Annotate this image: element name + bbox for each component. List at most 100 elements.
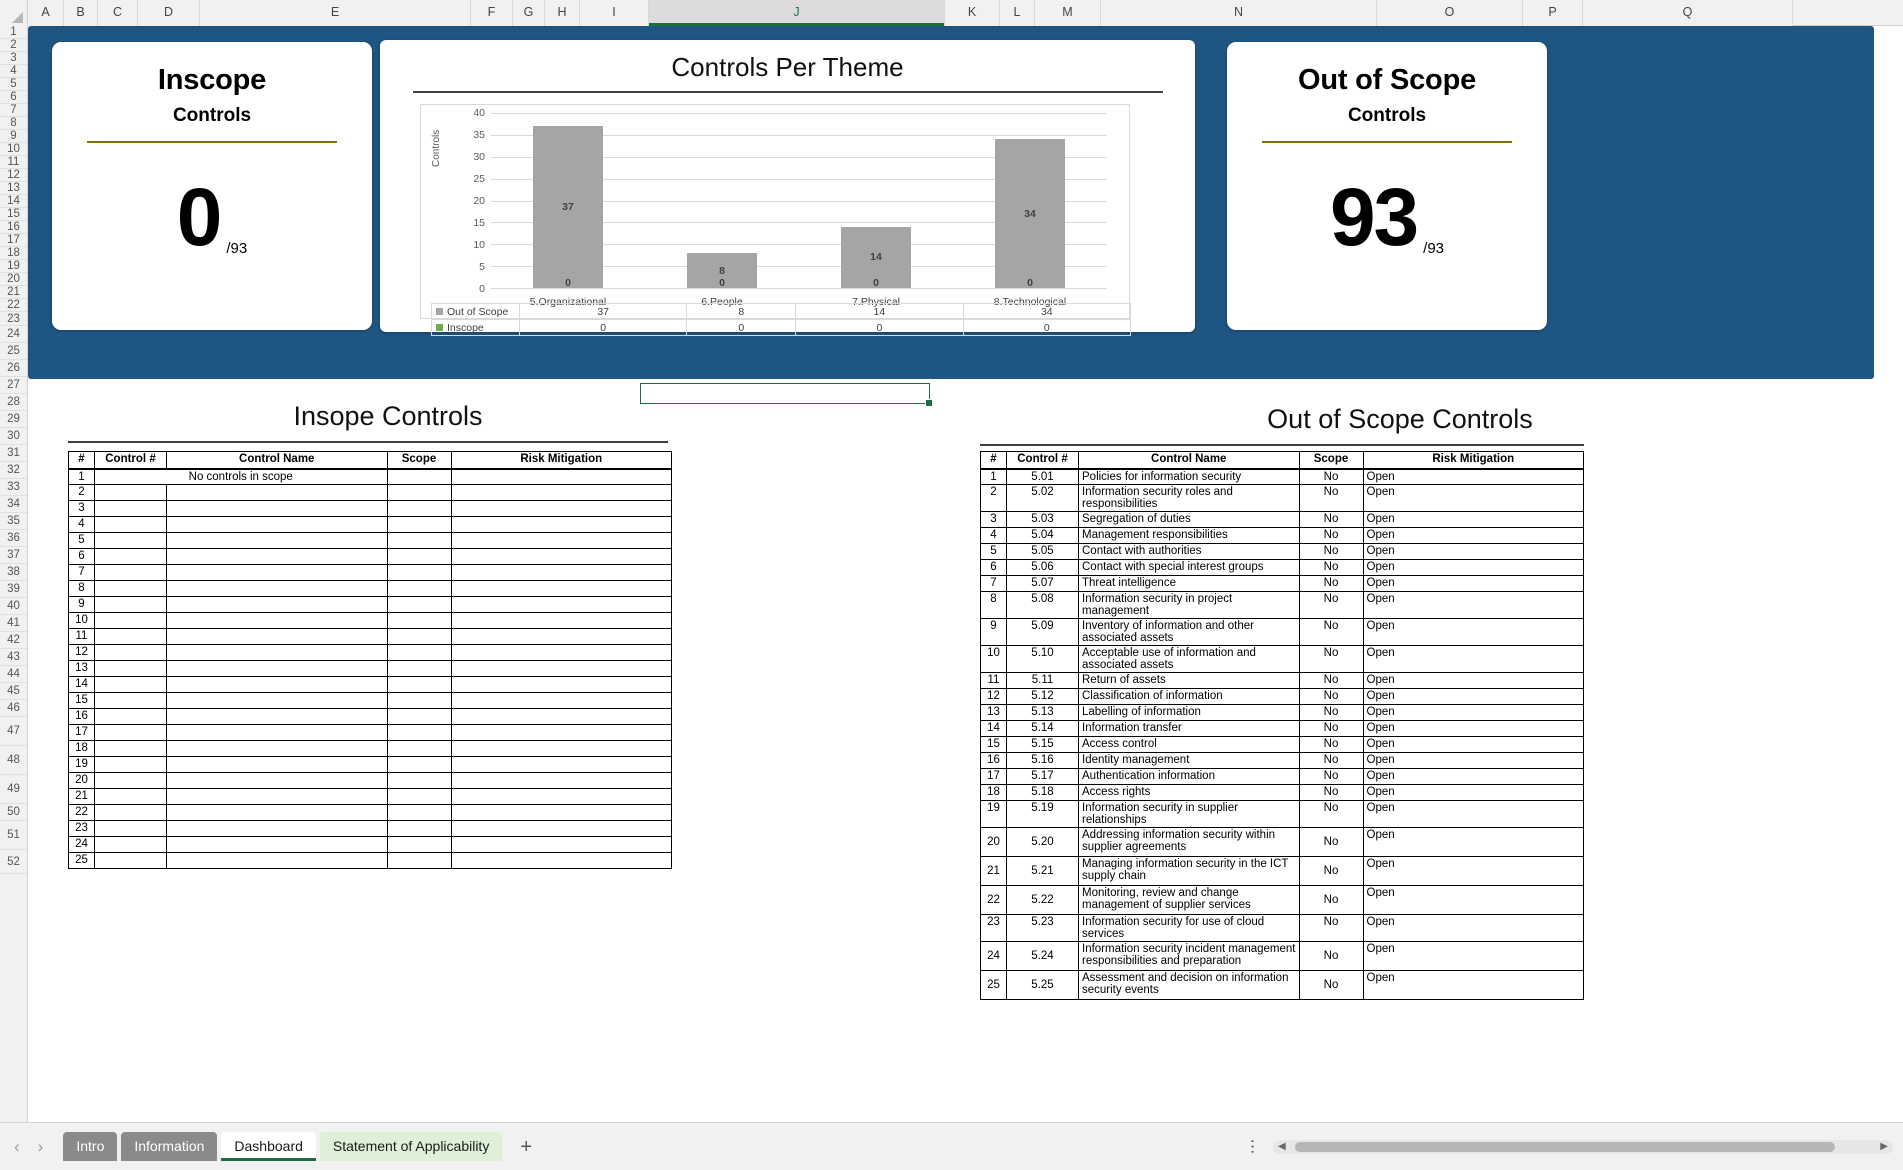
row-index-cell[interactable]: 8 (68, 580, 95, 597)
row-header-28[interactable]: 28 (0, 394, 27, 411)
table-row[interactable]: 12 (68, 644, 672, 661)
control-number-cell[interactable] (94, 644, 167, 661)
chart-card-controls-per-theme[interactable]: Controls Per Theme Controls 0 5 10 15 20 25 30… (380, 40, 1195, 336)
scope-cell[interactable]: No (1298, 484, 1364, 512)
row-header-21[interactable]: 21 (0, 286, 27, 299)
control-number-cell[interactable] (94, 740, 167, 757)
row-header-26[interactable]: 26 (0, 360, 27, 377)
column-header-control-[interactable]: Control # (94, 451, 167, 470)
row-index-cell[interactable]: 3 (980, 511, 1007, 528)
control-number-cell[interactable]: 5.24 (1006, 941, 1079, 971)
row-index-cell[interactable]: 10 (68, 612, 95, 629)
active-cell-selection[interactable] (640, 383, 933, 407)
control-name-cell[interactable] (166, 724, 388, 741)
control-number-cell[interactable]: 5.25 (1006, 970, 1079, 1000)
row-index-cell[interactable]: 6 (980, 559, 1007, 576)
control-number-cell[interactable]: 5.13 (1006, 704, 1079, 721)
row-header-14[interactable]: 14 (0, 195, 27, 208)
row-header-15[interactable]: 15 (0, 208, 27, 221)
control-number-cell[interactable]: 5.01 (1006, 468, 1079, 485)
risk-mitigation-cell[interactable]: Open (1362, 784, 1584, 801)
control-name-cell[interactable] (166, 660, 388, 677)
control-name-cell[interactable] (166, 484, 388, 501)
row-header-18[interactable]: 18 (0, 247, 27, 260)
control-number-cell[interactable]: 5.03 (1006, 511, 1079, 528)
control-name-cell[interactable]: Information security incident management… (1078, 941, 1300, 971)
control-number-cell[interactable] (94, 756, 167, 773)
risk-mitigation-cell[interactable] (450, 612, 672, 629)
column-header-q[interactable]: Q (1583, 0, 1793, 26)
risk-mitigation-cell[interactable]: Open (1362, 468, 1584, 485)
risk-mitigation-cell[interactable]: Open (1362, 768, 1584, 785)
row-header-2[interactable]: 2 (0, 39, 27, 52)
row-index-cell[interactable]: 12 (980, 688, 1007, 705)
table-row[interactable]: 23 5.23 Information security for use of cl… (980, 914, 1584, 942)
table-row[interactable]: 21 5.21 Managing information security in t… (980, 856, 1584, 886)
sheet-grid[interactable]: Inscope Controls 0/93 Controls Per Theme… (28, 26, 1903, 1122)
scope-cell[interactable] (386, 692, 452, 709)
row-header-7[interactable]: 7 (0, 104, 27, 117)
control-number-cell[interactable] (94, 804, 167, 821)
control-number-cell[interactable] (94, 676, 167, 693)
column-header--[interactable]: # (68, 451, 95, 470)
table-row[interactable]: 19 (68, 756, 672, 773)
table-row[interactable]: 6 (68, 548, 672, 565)
risk-mitigation-cell[interactable] (450, 660, 672, 677)
sheet-tab-information[interactable]: Information (121, 1131, 218, 1162)
risk-mitigation-cell[interactable] (450, 772, 672, 789)
row-header-12[interactable]: 12 (0, 169, 27, 182)
risk-mitigation-cell[interactable]: Open (1362, 752, 1584, 769)
column-header-b[interactable]: B (64, 0, 98, 26)
scope-cell[interactable]: No (1298, 591, 1364, 619)
control-number-cell[interactable] (94, 836, 167, 853)
row-index-cell[interactable]: 21 (68, 788, 95, 805)
risk-mitigation-cell[interactable]: Open (1362, 885, 1584, 915)
column-header-p[interactable]: P (1523, 0, 1583, 26)
row-header-47[interactable]: 47 (0, 717, 27, 746)
column-header-i[interactable]: I (580, 0, 649, 26)
risk-mitigation-cell[interactable]: Open (1362, 591, 1584, 619)
select-all-corner[interactable] (0, 0, 28, 26)
row-header-27[interactable]: 27 (0, 377, 27, 394)
row-header-22[interactable]: 22 (0, 299, 27, 312)
control-name-cell[interactable]: Monitoring, review and change management… (1078, 885, 1300, 915)
risk-mitigation-cell[interactable]: Open (1362, 645, 1584, 673)
risk-mitigation-cell[interactable] (450, 804, 672, 821)
control-number-cell[interactable] (94, 660, 167, 677)
scope-cell[interactable] (386, 500, 452, 517)
control-number-cell[interactable] (94, 500, 167, 517)
control-name-cell[interactable] (166, 708, 388, 725)
control-number-cell[interactable] (94, 724, 167, 741)
scope-cell[interactable]: No (1298, 511, 1364, 528)
control-name-cell[interactable]: Authentication information (1078, 768, 1300, 785)
column-header-o[interactable]: O (1377, 0, 1523, 26)
row-index-cell[interactable]: 20 (68, 772, 95, 789)
scroll-left-icon[interactable]: ◀ (1278, 1141, 1286, 1152)
column-header-a[interactable]: A (28, 0, 64, 26)
control-number-cell[interactable] (94, 564, 167, 581)
row-index-cell[interactable]: 19 (980, 800, 1007, 828)
control-name-cell[interactable]: Identity management (1078, 752, 1300, 769)
row-index-cell[interactable]: 7 (980, 575, 1007, 592)
control-number-cell[interactable]: 5.15 (1006, 736, 1079, 753)
chart-bar-group[interactable]: 80 (645, 113, 799, 289)
control-name-cell[interactable]: Return of assets (1078, 672, 1300, 689)
row-header-33[interactable]: 33 (0, 479, 27, 496)
risk-mitigation-cell[interactable]: Open (1362, 941, 1584, 971)
control-number-cell[interactable]: 5.08 (1006, 591, 1079, 619)
scope-cell[interactable] (386, 708, 452, 725)
table-row[interactable]: 20 (68, 772, 672, 789)
table-row[interactable]: 2 5.02 Information security roles and resp… (980, 484, 1584, 512)
control-name-cell[interactable] (166, 548, 388, 565)
scope-cell[interactable] (386, 740, 452, 757)
row-header-16[interactable]: 16 (0, 221, 27, 234)
scope-cell[interactable] (386, 484, 452, 501)
control-name-cell[interactable] (166, 580, 388, 597)
scope-cell[interactable] (386, 804, 452, 821)
column-header-control-name[interactable]: Control Name (166, 451, 388, 470)
control-name-cell[interactable]: Information security roles and responsib… (1078, 484, 1300, 512)
risk-mitigation-cell[interactable]: Open (1362, 511, 1584, 528)
control-number-cell[interactable]: 5.11 (1006, 672, 1079, 689)
scope-cell[interactable]: No (1298, 970, 1364, 1000)
row-index-cell[interactable]: 25 (68, 852, 95, 869)
